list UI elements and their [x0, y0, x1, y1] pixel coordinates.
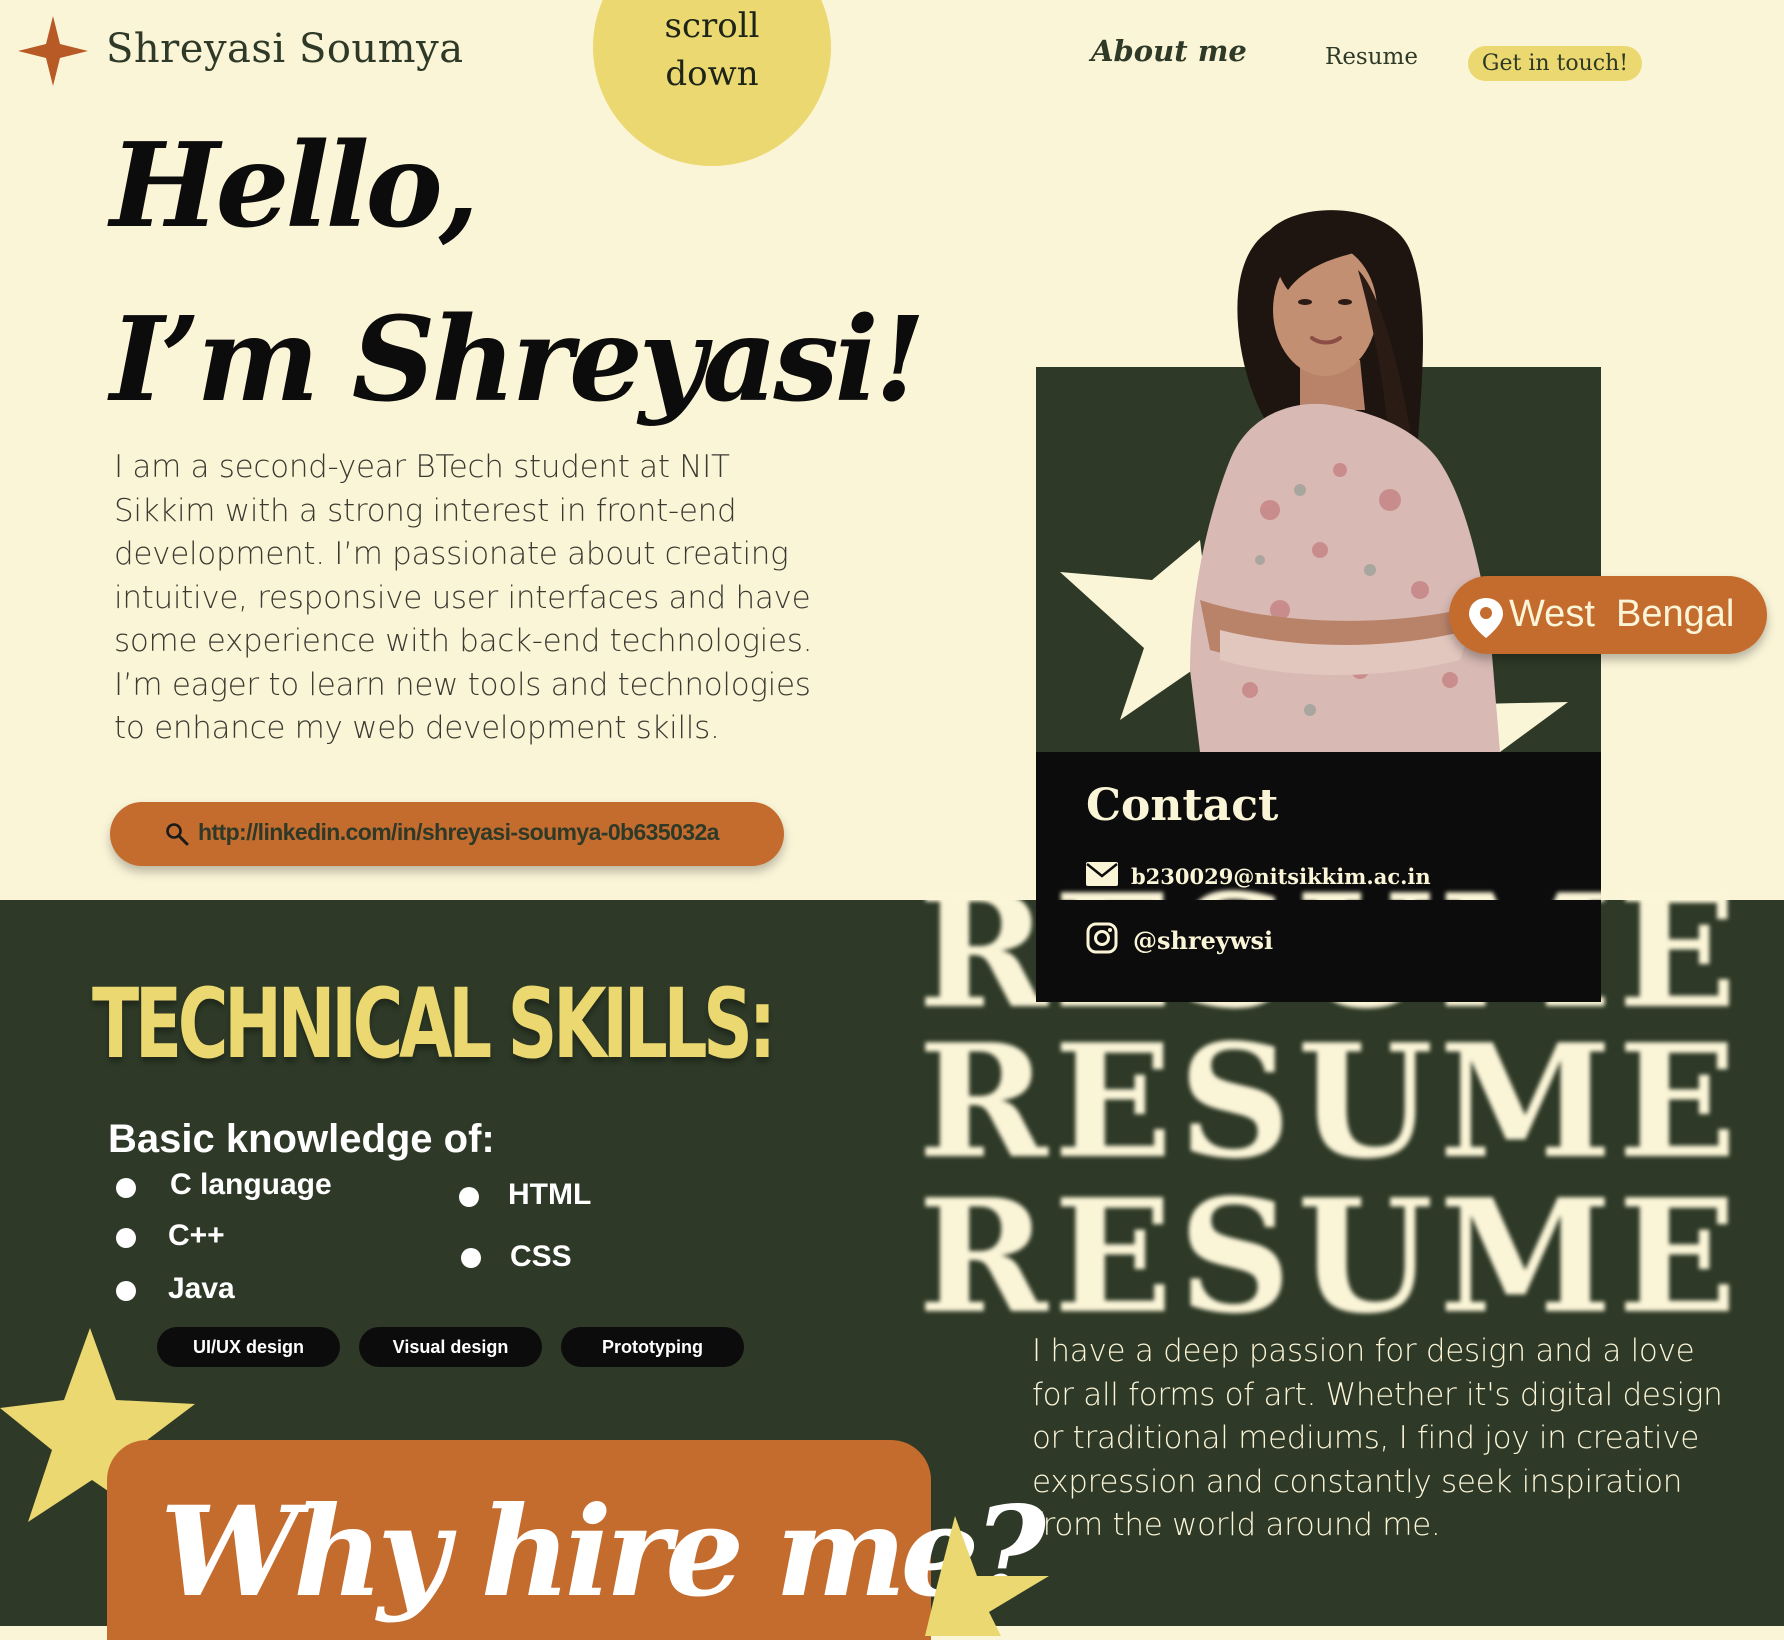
- why-hire-me-title: Why hire me?: [160, 1480, 1046, 1625]
- linkedin-link-button[interactable]: http://linkedin.com/in/shreyasi-soumya-0…: [110, 802, 784, 866]
- location-text: West Bengal: [1509, 593, 1735, 635]
- contact-title: Contact: [1086, 780, 1279, 831]
- skills-subtitle: Basic knowledge of:: [108, 1117, 495, 1161]
- nav-about-link[interactable]: About me: [1091, 34, 1247, 68]
- skill-item: HTML: [508, 1178, 592, 1211]
- hero-greeting: Hello,: [110, 118, 479, 254]
- four-point-star-icon: [18, 16, 88, 86]
- bullet-dot: [116, 1281, 136, 1301]
- skill-item: C++: [168, 1219, 225, 1252]
- instagram-link-label[interactable]: @shreywsi: [1133, 926, 1273, 955]
- search-icon: [166, 823, 189, 846]
- tag-visual-design: Visual design: [359, 1327, 542, 1367]
- skills-title: TECHNICAL SKILLS:: [92, 968, 776, 1080]
- instagram-icon: [1086, 922, 1118, 954]
- get-in-touch-button[interactable]: Get in touch!: [1468, 46, 1642, 81]
- bullet-dot: [461, 1248, 481, 1268]
- bullet-dot: [116, 1178, 136, 1198]
- hero-name: I’m Shreyasi!: [110, 292, 926, 428]
- profile-photo: [1190, 210, 1500, 752]
- tag-prototyping: Prototyping: [561, 1327, 744, 1367]
- brand-name[interactable]: Shreyasi Soumya: [106, 26, 464, 72]
- about-paragraph: I have a deep passion for design and a l…: [1032, 1333, 1723, 1543]
- bullet-dot: [459, 1187, 479, 1207]
- skill-item: CSS: [510, 1240, 572, 1273]
- scroll-label-line2: down: [665, 54, 759, 94]
- map-pin-icon: [1469, 598, 1503, 638]
- skill-item: C language: [170, 1168, 332, 1201]
- scroll-down-label[interactable]: scroll down: [593, 2, 831, 98]
- location-badge: West Bengal: [1449, 576, 1767, 654]
- scroll-label-line1: scroll: [664, 6, 760, 46]
- resume-heading-3: RESUME: [918, 1165, 1743, 1348]
- star-icon: [925, 1516, 1049, 1636]
- linkedin-link-text: http://linkedin.com/in/shreyasi-soumya-0…: [198, 819, 719, 845]
- skill-item: Java: [168, 1272, 235, 1305]
- bullet-dot: [116, 1228, 136, 1248]
- nav-resume-link[interactable]: Resume: [1325, 44, 1418, 70]
- contact-card-lower: [1036, 900, 1601, 1002]
- intro-paragraph: I am a second-year BTech student at NIT …: [114, 449, 813, 746]
